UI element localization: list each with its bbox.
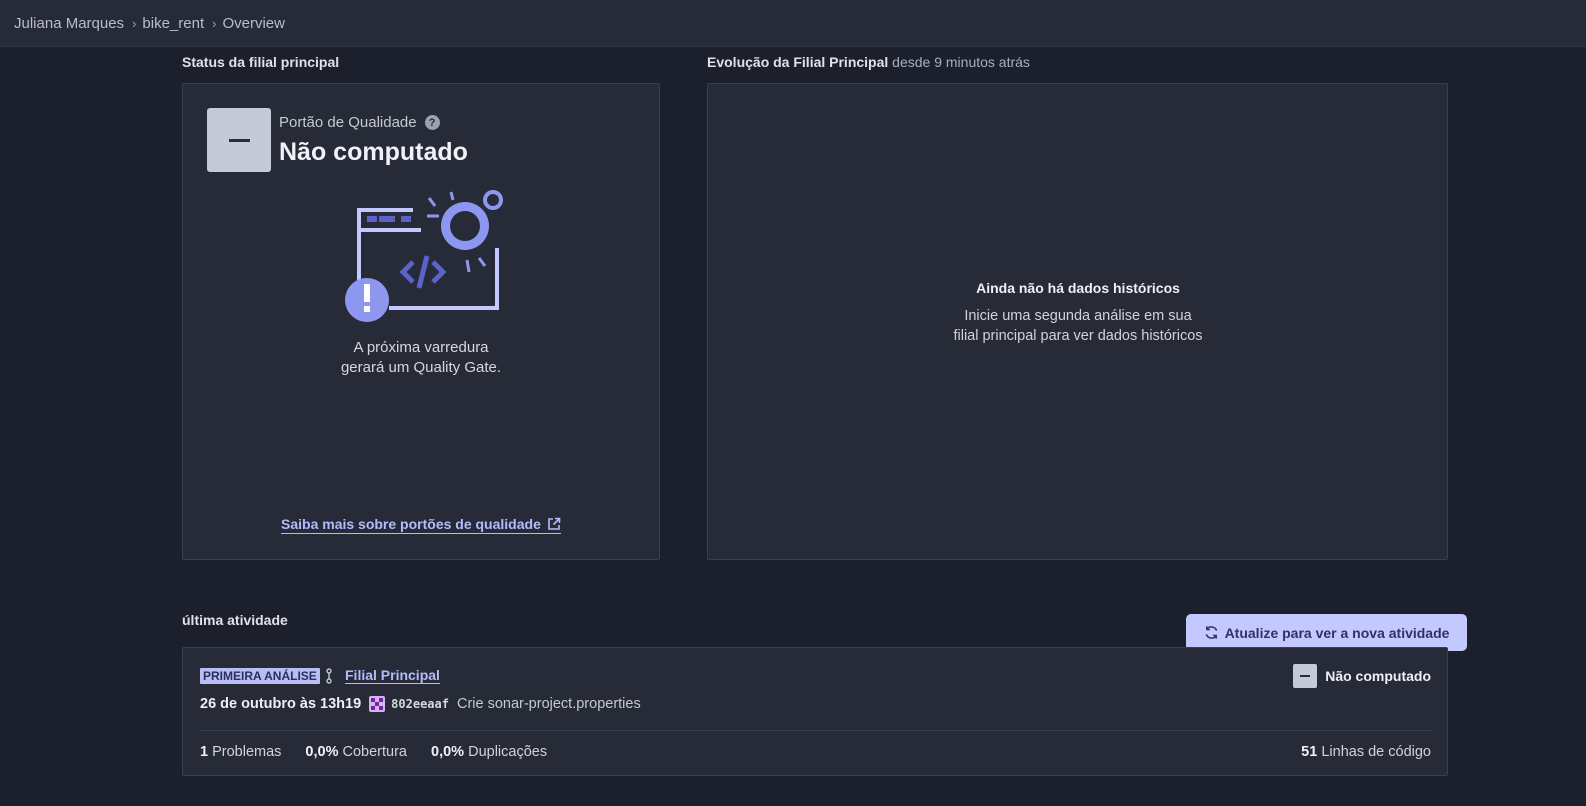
quality-gate-label: Portão de Qualidade ? — [279, 114, 440, 131]
branch-icon — [326, 668, 332, 684]
quality-gate-dash-icon — [1293, 664, 1318, 688]
help-icon[interactable]: ? — [424, 115, 440, 130]
commit-message: Crie sonar-project.properties — [456, 696, 641, 712]
coverage-label: Cobertura — [342, 744, 407, 760]
latest-activity-title: última atividade — [182, 612, 288, 628]
quality-gate-status: Não computado — [279, 138, 468, 166]
coverage-metric[interactable]: 0,0% Cobertura — [305, 744, 407, 760]
no-history-subtitle: Inicie uma segunda análise em sua filial… — [953, 308, 1203, 344]
activity-quality-gate-status: Não computado — [1325, 668, 1431, 684]
refresh-icon — [1205, 626, 1217, 639]
breadcrumb-page[interactable]: Overview — [222, 15, 285, 32]
code-scan-illustration — [345, 190, 503, 322]
quality-gate-label-text: Portão de Qualidade — [279, 114, 417, 131]
issues-label: Problemas — [212, 744, 282, 760]
evolution-since: desde 9 minutos atrás — [892, 54, 1030, 70]
coverage-value: 0,0% — [305, 744, 339, 760]
quality-gate-status-box — [207, 108, 271, 172]
loc-value: 51 — [1301, 744, 1318, 760]
scan-message-line2: gerará um Quality Gate. — [340, 359, 502, 376]
issues-value: 1 — [200, 744, 209, 760]
scan-message-line1: A próxima varredura — [353, 339, 489, 356]
refresh-activity-label: Atualize para ver a nova atividade — [1224, 624, 1450, 641]
chevron-right-icon: › — [212, 15, 217, 31]
duplications-label: Duplicações — [468, 744, 548, 760]
duplications-value: 0,0% — [431, 744, 465, 760]
main-branch-link[interactable]: Filial Principal — [345, 667, 440, 684]
evolution-title: Evolução da Filial Principal desde 9 min… — [707, 54, 1030, 70]
breadcrumb-project[interactable]: bike_rent — [142, 15, 204, 32]
activity-quality-gate: Não computado — [1293, 664, 1431, 688]
refresh-activity-button[interactable]: Atualize para ver a nova atividade — [1186, 614, 1467, 651]
analysis-date: 26 de outubro às 13h19 — [200, 696, 362, 712]
issues-metric[interactable]: 1 Problemas — [200, 744, 281, 760]
learn-quality-gates-link-text: Saiba mais sobre portões de qualidade — [281, 516, 541, 532]
activity-card: PRIMEIRA ANÁLISE Filial Principal Não co… — [182, 647, 1448, 776]
commit-avatar-icon — [369, 696, 386, 712]
breadcrumb-owner[interactable]: Juliana Marques — [14, 15, 124, 32]
quality-gate-dash-icon — [228, 138, 250, 142]
evolution-panel: Ainda não há dados históricos Inicie uma… — [707, 83, 1448, 560]
divider — [200, 730, 1431, 731]
quality-gate-panel: Portão de Qualidade ? Não computado A pr… — [182, 83, 660, 560]
activity-details: 26 de outubro às 13h19 802eeaaf Crie son… — [200, 696, 641, 712]
duplications-metric[interactable]: 0,0% Duplicações — [431, 744, 547, 760]
learn-quality-gates-link[interactable]: Saiba mais sobre portões de qualidade — [281, 516, 561, 534]
chevron-right-icon: › — [132, 15, 137, 31]
scan-message: A próxima varredura gerará um Quality Ga… — [183, 338, 659, 378]
evolution-title-text: Evolução da Filial Principal — [707, 54, 889, 70]
main-branch-status-title: Status da filial principal — [182, 54, 340, 70]
commit-hash[interactable]: 802eeaaf — [391, 697, 449, 711]
external-link-icon — [548, 517, 561, 530]
lines-of-code-metric[interactable]: 51 Linhas de código — [1301, 744, 1431, 760]
first-analysis-badge: PRIMEIRA ANÁLISE — [200, 668, 320, 684]
loc-label: Linhas de código — [1321, 744, 1431, 760]
breadcrumb: Juliana Marques › bike_rent › Overview — [0, 0, 1586, 47]
no-history-title: Ainda não há dados históricos — [976, 280, 1180, 296]
activity-metrics: 1 Problemas 0,0% Cobertura 0,0% Duplicaç… — [200, 744, 571, 760]
